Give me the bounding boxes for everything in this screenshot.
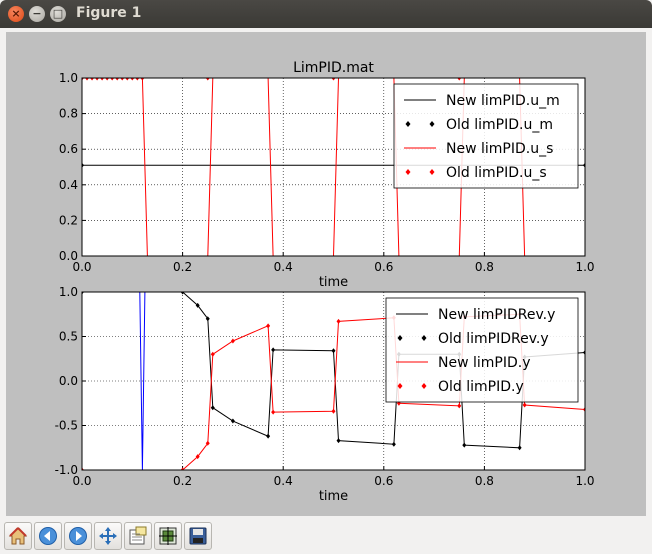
legend: New limPIDRev.y Old limPIDRev.y New limPID… [385,297,579,403]
window-titlebar: × − □ Figure 1 [0,0,652,28]
legend-label-new-limpidrev-y: New limPIDRev.y [438,307,555,323]
x-tick-label: 0.8 [475,474,494,488]
home-icon [8,527,28,545]
subplots-button[interactable] [154,522,182,550]
zoom-rect-button[interactable] [124,522,152,550]
axes-1: 0.0 0.2 0.4 0.6 0.8 1.00.00.20.40.60.81.0LimP… [59,60,595,290]
x-tick-label: 0.6 [374,260,393,274]
y-tick-label: 1.0 [59,285,78,299]
minimize-window-button[interactable]: − [29,6,45,22]
figure-canvas[interactable]: 0.0 0.2 0.4 0.6 0.8 1.0 0.0 0.2 0.4 0.6 0.8 1.0 LimP… [6,32,646,516]
y-tick-label: 0.6 [59,142,78,156]
save-icon [189,527,207,545]
x-tick-label: 0.4 [274,474,293,488]
window-title: Figure 1 [76,5,142,21]
zoom-to-rect-icon [129,526,147,545]
x-tick-label: 1.0 [575,260,594,274]
legend-label-old-limpid-u-s: Old limPID.u_s [446,165,547,181]
y-tick-label: 0.8 [59,107,78,121]
x-tick-label: 0.6 [374,474,393,488]
legend-label-old-limpid-y: Old limPID.y [438,379,524,395]
subplots-config-icon [159,527,177,545]
save-button[interactable] [184,522,212,550]
y-tick-label: 0.0 [59,249,78,263]
pan-button[interactable] [94,522,122,550]
back-button[interactable] [34,522,62,550]
legend-label-new-limpid-y: New limPID.y [438,355,531,371]
figure-canvas-frame: 0.0 0.2 0.4 0.6 0.8 1.0 0.0 0.2 0.4 0.6 0.8 1.0 LimP… [0,28,652,518]
x-tick-label: 0.2 [173,474,192,488]
y-tick-label: 0.2 [59,213,78,227]
x-tick-label: 0.8 [475,260,494,274]
y-tick-label: -0.5 [55,419,78,433]
home-button[interactable] [4,522,32,550]
legend-label-old-limpid-u-m: Old limPID.u_m [446,117,553,133]
y-tick-label: -1.0 [55,463,78,477]
chart-title: LimPID.mat [293,60,374,76]
y-tick-label: 1.0 [59,71,78,85]
x-axis-label: time [319,489,348,504]
forward-button[interactable] [64,522,92,550]
legend-label-old-limpidrev-y: Old limPIDRev.y [438,331,549,347]
axes-2: 0.0 0.2 0.4 0.6 0.8 1.0-1.0-0.50.00.51.0timeN… [55,285,595,504]
legend-label-new-limpid-u-m: New limPID.u_m [446,93,560,109]
back-arrow-icon [39,527,57,545]
x-tick-label: 1.0 [575,474,594,488]
forward-arrow-icon [69,527,87,545]
maximize-window-button[interactable]: □ [50,6,66,22]
pan-icon [99,527,117,545]
plots-svg: 0.0 0.2 0.4 0.6 0.8 1.0 0.0 0.2 0.4 0.6 0.8 1.0 LimP… [55,60,595,504]
y-tick-label: 0.4 [59,178,78,192]
close-window-button[interactable]: × [8,6,24,22]
x-axis-label: time [319,275,348,290]
legend-label-new-limpid-u-s: New limPID.u_s [446,141,553,157]
legend: New limPID.u_m Old limPID.u_m New limPID.u… [393,83,579,189]
y-tick-label: 0.0 [59,374,78,388]
navigation-toolbar [0,518,652,554]
y-tick-label: 0.5 [59,330,78,344]
x-tick-label: 0.4 [274,260,293,274]
x-tick-label: 0.2 [173,260,192,274]
